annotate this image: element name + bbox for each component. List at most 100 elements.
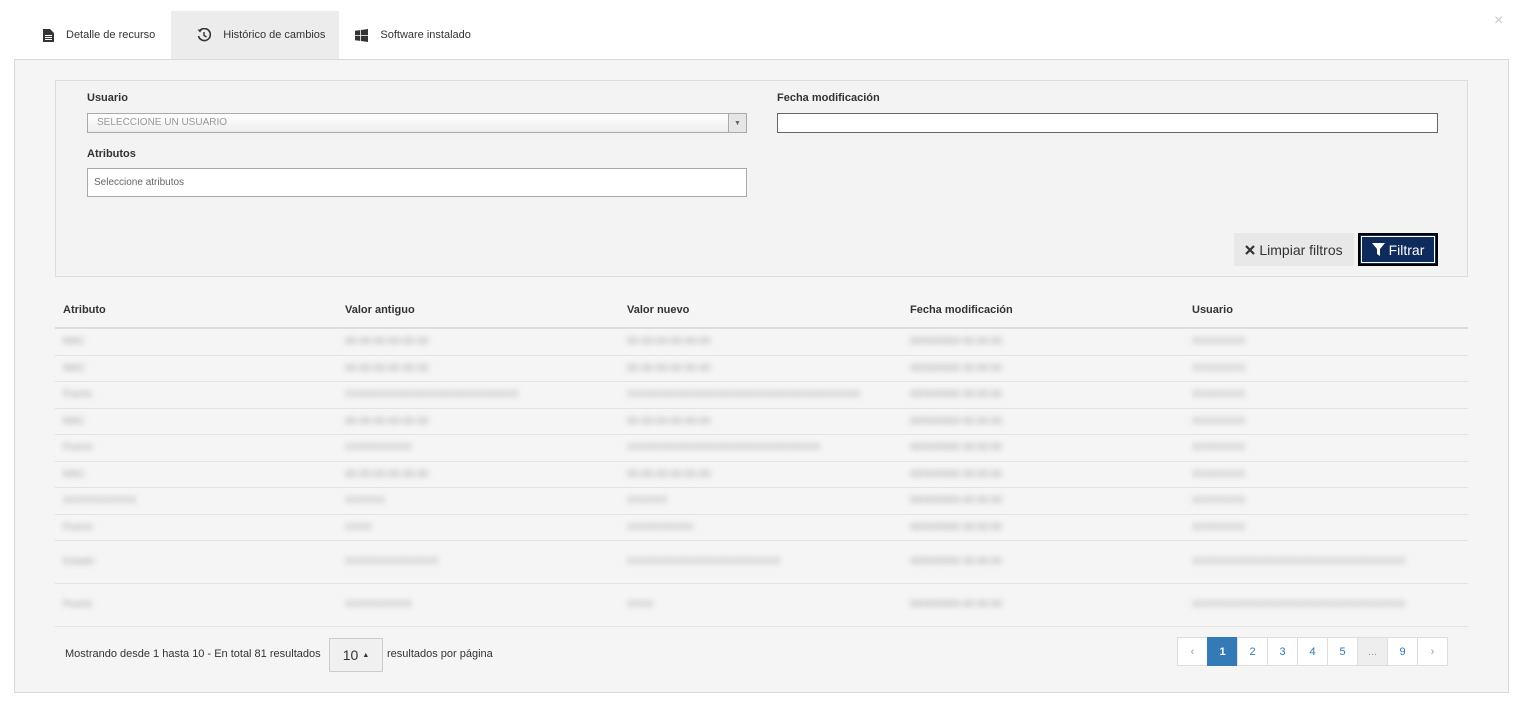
table-cell: 00-00-00-00-00-00 bbox=[337, 328, 619, 356]
cell-value: 00-00-00-00-00-00 bbox=[345, 362, 429, 374]
clear-filters-button[interactable]: Limpiar filtros bbox=[1234, 233, 1354, 266]
col-atributo[interactable]: Atributo bbox=[55, 292, 337, 329]
page-size-select[interactable]: 10 ▲ bbox=[329, 638, 383, 672]
cell-value: XXXXXXXXXXXXXXXXXXXXXXXXXX bbox=[345, 389, 519, 400]
table-cell: 00-00-00-00-00-00 bbox=[337, 355, 619, 382]
close-icon[interactable]: × bbox=[1494, 12, 1503, 30]
pagination: ‹ 1 2 3 4 5... 9 › bbox=[1177, 637, 1448, 666]
next-page-button[interactable]: › bbox=[1417, 637, 1448, 666]
tab-label: Detalle de recurso bbox=[66, 29, 156, 41]
page-button-9[interactable]: 9 bbox=[1387, 637, 1418, 666]
table-cell: XXXXXXXXXXXXXXXXXXXXXXX bbox=[619, 540, 902, 584]
history-panel: Usuario SELECCIONE UN USUARIO ▼ Fecha mo… bbox=[14, 59, 1509, 693]
table-cell: XXXXXXXXXXX bbox=[55, 487, 337, 515]
tab-label: Software instalado bbox=[380, 29, 471, 41]
col-valor-nuevo[interactable]: Valor nuevo bbox=[619, 292, 902, 329]
fecha-label: Fecha modificación bbox=[777, 92, 880, 104]
cell-value: XXXXXXXXXX bbox=[627, 521, 694, 533]
page-button-1[interactable]: 1 bbox=[1207, 637, 1238, 666]
table-cell: 00/00/0000 00:00:00 bbox=[902, 461, 1184, 488]
usuario-placeholder: SELECCIONE UN USUARIO bbox=[97, 117, 228, 128]
col-valor-antiguo[interactable]: Valor antiguo bbox=[337, 292, 619, 329]
table-cell: MAC bbox=[55, 328, 337, 356]
cell-value: 00/00/0000 00:00:00 bbox=[910, 495, 1002, 506]
cell-value: XXXXXXXXXXXXXXXXXXXXXXXXXXXXXXXXXXX bbox=[627, 389, 861, 400]
table-cell: XXXX bbox=[337, 514, 619, 541]
page-button-4[interactable]: 4 bbox=[1297, 637, 1328, 666]
cell-value: 00/00/0000 00:00:00 bbox=[910, 599, 1002, 610]
table-cell: 00/00/0000 00:00:00 bbox=[902, 434, 1184, 462]
filter-button[interactable]: Filtrar bbox=[1358, 233, 1438, 266]
table-cell: 00/00/0000 00:00:00 bbox=[902, 487, 1184, 515]
tab-software-instalado[interactable]: Software instalado bbox=[339, 11, 487, 59]
cell-value: XXXX bbox=[627, 599, 654, 610]
table-cell: MAC bbox=[55, 355, 337, 382]
table-row: PuertoXXXXXXXXXXXXXXXXXXXXXXXXXXXXXXXXXX… bbox=[55, 381, 1468, 409]
cell-value: 00-00-00-00-00-00 bbox=[345, 336, 429, 348]
cell-value: MAC bbox=[63, 362, 86, 374]
windows-icon bbox=[355, 28, 369, 42]
clear-filters-label: Limpiar filtros bbox=[1259, 241, 1343, 258]
cell-value: 00/00/0000 00:00:00 bbox=[910, 362, 1002, 374]
table-cell: XXXXXXXXXXXXXXXXXXXXXXXXXXXXXXXX bbox=[1184, 583, 1468, 627]
table-cell: Puerto bbox=[55, 514, 337, 541]
page-button-2[interactable]: 2 bbox=[1237, 637, 1268, 666]
fecha-modificacion-input[interactable] bbox=[777, 113, 1438, 133]
cell-value: MAC bbox=[63, 336, 86, 348]
table-cell: XXXXXXXXXX bbox=[337, 434, 619, 462]
table-row: PuertoXXXXXXXXXXXXXX00/00/0000 00:00:00X… bbox=[55, 514, 1468, 541]
page-size-value: 10 bbox=[342, 647, 359, 663]
table-cell: XXXXXXXXXX bbox=[337, 583, 619, 627]
table-cell: XXXXXXXXXXXXXX bbox=[337, 540, 619, 584]
cell-value: 00/00/0000 00:00:00 bbox=[910, 468, 1002, 480]
cell-value: XXXXXX bbox=[627, 495, 668, 506]
cell-value: 00-00-00-00-00-00 bbox=[627, 468, 711, 480]
filter-label: Filtrar bbox=[1388, 241, 1425, 258]
tab-detalle-recurso[interactable]: Detalle de recurso bbox=[27, 11, 171, 59]
usuario-label: Usuario bbox=[87, 92, 128, 104]
table-cell: MAC bbox=[55, 408, 337, 435]
table-row: MAC 00-00-00-00-00-00 00-00-00-00-00-00 00/… bbox=[55, 461, 1468, 488]
table-cell: XXXXXXXXXX bbox=[619, 514, 902, 541]
cell-value: XXXXXXXX bbox=[1192, 521, 1246, 533]
col-fecha-modificacion[interactable]: Fecha modificación bbox=[902, 292, 1184, 329]
table-cell: XXXXXXXXXXXXXXXXXXXXXXXXXXXXX bbox=[619, 434, 902, 462]
table-cell: 00/00/0000 00:00:00 bbox=[902, 514, 1184, 541]
table-cell: 00/00/0000 00:00:00 bbox=[902, 381, 1184, 409]
table-cell: Estado bbox=[55, 540, 337, 584]
cell-value: Puerto bbox=[63, 442, 93, 453]
cell-value: XXXXXXXX bbox=[1192, 362, 1246, 374]
cell-value: 00/00/0000 00:00:00 bbox=[910, 442, 1002, 453]
cell-value: 00-00-00-00-00-00 bbox=[627, 336, 711, 348]
usuario-select[interactable]: SELECCIONE UN USUARIO ▼ bbox=[87, 113, 747, 133]
chevron-down-icon[interactable]: ▼ bbox=[728, 114, 746, 132]
prev-page-button[interactable]: ‹ bbox=[1177, 637, 1208, 666]
cell-value: Estado bbox=[63, 556, 95, 567]
cell-value: XXXXXXXX bbox=[1192, 389, 1246, 400]
cell-value: XXXXXXXX bbox=[1192, 415, 1246, 427]
cell-value: 00/00/0000 00:00:00 bbox=[910, 415, 1002, 427]
table-cell: 00-00-00-00-00-00 bbox=[337, 461, 619, 488]
table-cell: 00-00-00-00-00-00 bbox=[619, 355, 902, 382]
cell-value: 00/00/0000 00:00:00 bbox=[910, 521, 1002, 533]
table-row: MAC 00-00-00-00-00-00 00-00-00-00-00-00 00/… bbox=[55, 408, 1468, 435]
table-cell: 00/00/0000 00:00:00 bbox=[902, 583, 1184, 627]
col-usuario[interactable]: Usuario bbox=[1184, 292, 1468, 329]
cell-value: 00/00/0000 00:00:00 bbox=[910, 389, 1002, 400]
cell-value: XXXXXXXXXXXXXXXXXXXXXXXXXXXXXXXX bbox=[1192, 599, 1406, 610]
cell-value: XXXXXXXXXXXXXXXXXXXXXXX bbox=[627, 556, 781, 567]
table-cell: XXXXXXXX bbox=[1184, 434, 1468, 462]
table-cell: MAC bbox=[55, 461, 337, 488]
filter-box: Usuario SELECCIONE UN USUARIO ▼ Fecha mo… bbox=[55, 80, 1468, 277]
table-cell: 00-00-00-00-00-00 bbox=[619, 328, 902, 356]
page-button-5[interactable]: 5 bbox=[1327, 637, 1358, 666]
tab-historico-cambios[interactable]: Histórico de cambios bbox=[171, 11, 340, 59]
page-button-3[interactable]: 3 bbox=[1267, 637, 1298, 666]
history-table: Atributo Valor antiguo Valor nuevo Fecha… bbox=[55, 292, 1468, 627]
table-cell: Puerto bbox=[55, 434, 337, 462]
cell-value: Puerto bbox=[63, 521, 93, 533]
atributos-input[interactable]: Seleccione atributos bbox=[87, 168, 747, 197]
close-icon bbox=[1245, 244, 1256, 255]
pagination-ellipsis: ... bbox=[1357, 637, 1388, 666]
cell-value: XXXXXXXX bbox=[1192, 468, 1246, 480]
